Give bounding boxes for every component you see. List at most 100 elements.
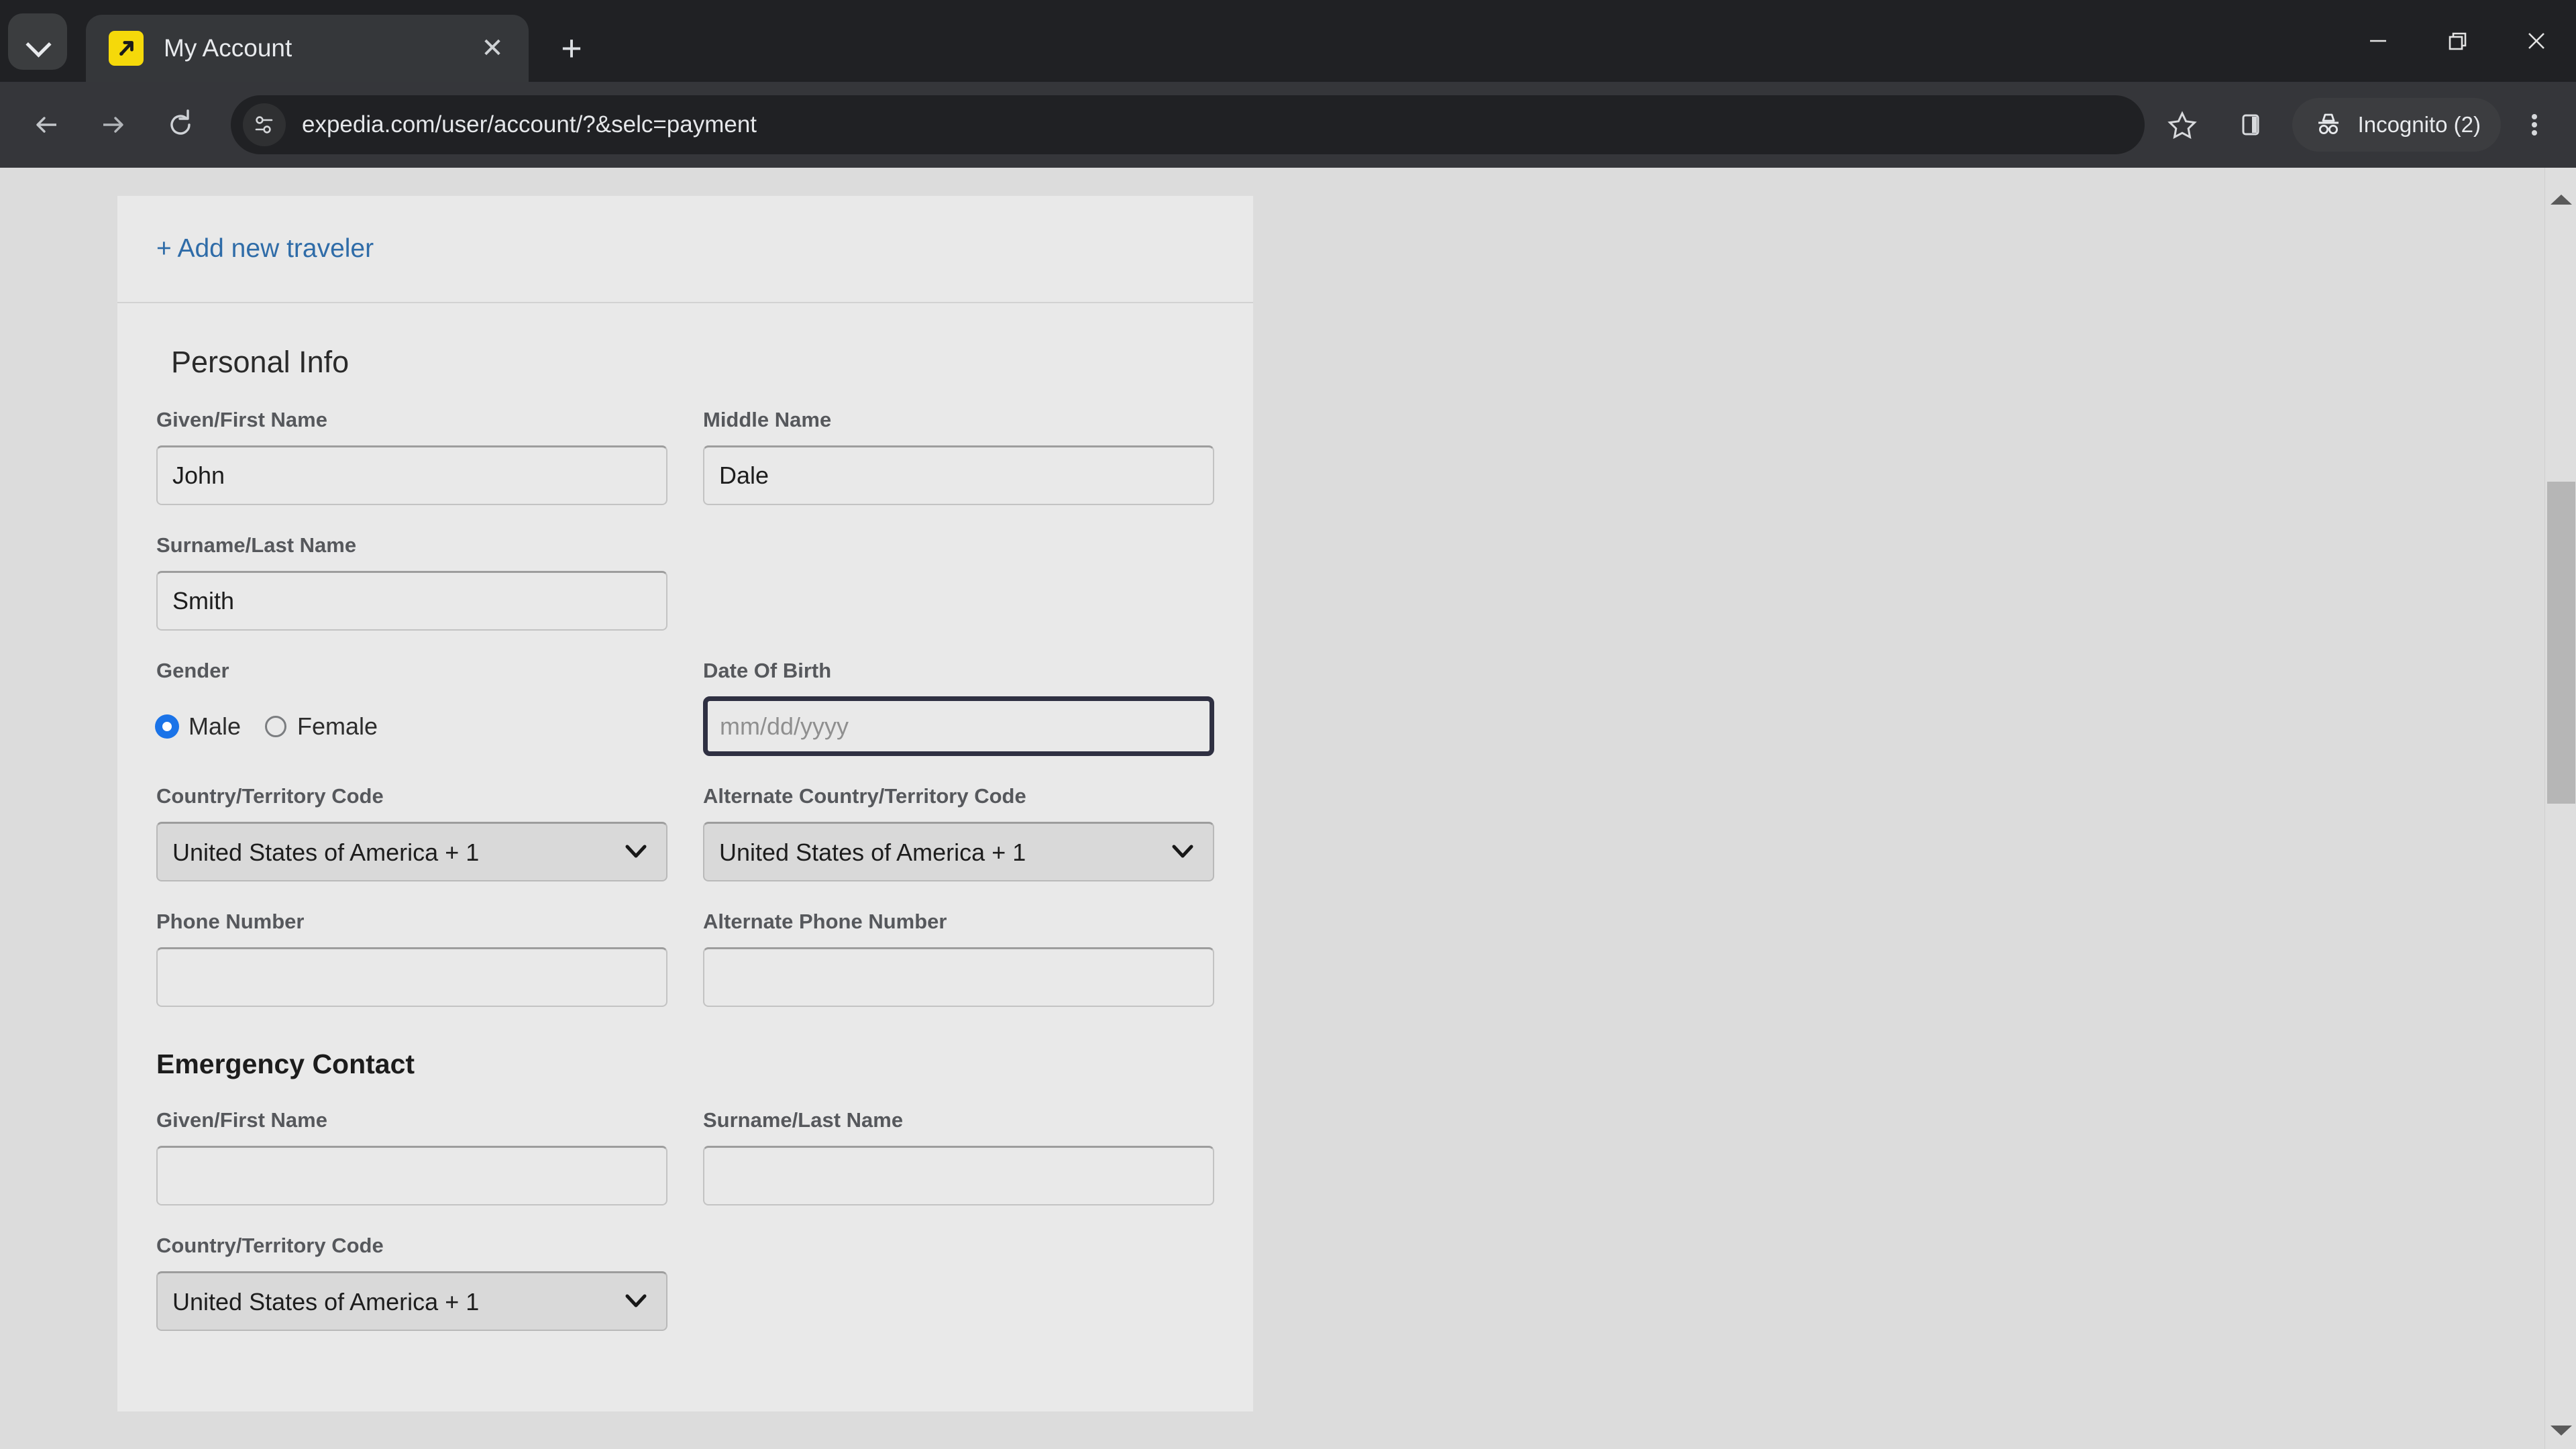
label-first-name: Given/First Name [156, 408, 327, 431]
forward-arrow-icon [103, 117, 123, 133]
ec-country-code-select[interactable]: United States of America + 1 [156, 1271, 667, 1331]
gender-radio-group: Male Female [156, 696, 703, 756]
field-ec-spacer [703, 1205, 1214, 1331]
traveler-form: Personal Info Given/First Name Middle Na… [117, 303, 1253, 1411]
close-icon [2528, 33, 2544, 49]
radio-male-indicator [156, 715, 178, 737]
label-date-of-birth: Date Of Birth [703, 659, 832, 682]
emergency-contact-grid: Given/First Name Surname/Last Name Count… [117, 1080, 1253, 1331]
minimize-button[interactable] [2339, 0, 2418, 82]
last-name-input[interactable] [156, 571, 667, 631]
expedia-favicon [109, 31, 144, 66]
label-country-code: Country/Territory Code [156, 784, 384, 808]
tab-close-icon[interactable]: ✕ [474, 30, 511, 67]
field-last-name: Surname/Last Name [156, 505, 703, 631]
alt-country-code-select-wrap: United States of America + 1 [703, 822, 1214, 881]
address-bar[interactable]: expedia.com/user/account/?&selc=payment [231, 95, 2145, 154]
browser-window: My Account ✕ + expedia.com/user/account/… [0, 0, 2576, 1449]
chevron-down-icon [28, 36, 48, 48]
side-panel-icon [2242, 114, 2259, 136]
field-alt-country-code: Alternate Country/Territory Code United … [703, 756, 1214, 881]
tab-strip: My Account ✕ + [0, 0, 2576, 82]
tab-search-button[interactable] [8, 13, 67, 70]
ec-first-name-input[interactable] [156, 1146, 667, 1205]
label-alt-phone-number: Alternate Phone Number [703, 910, 947, 933]
radio-gender-male[interactable]: Male [156, 712, 241, 741]
date-of-birth-input[interactable] [703, 696, 1214, 756]
field-phone-number: Phone Number [156, 881, 703, 1007]
back-arrow-icon [36, 117, 56, 133]
add-traveler-row: + Add new traveler [117, 196, 1253, 303]
restore-window-icon [2449, 32, 2467, 50]
close-window-button[interactable] [2497, 0, 2576, 82]
label-ec-last-name: Surname/Last Name [703, 1108, 904, 1132]
bookmark-button[interactable] [2155, 98, 2209, 152]
page-viewport: + Add new traveler Personal Info Given/F… [0, 168, 2576, 1449]
vertical-scrollbar[interactable] [2544, 168, 2576, 1449]
triangle-up-icon [2550, 195, 2572, 205]
radio-female-indicator [265, 715, 287, 737]
label-ec-country-code: Country/Territory Code [156, 1234, 384, 1257]
window-controls [2339, 0, 2576, 82]
field-first-name: Given/First Name [156, 380, 703, 505]
tab-my-account[interactable]: My Account ✕ [86, 15, 529, 82]
ec-last-name-input[interactable] [703, 1146, 1214, 1205]
favicon-arrow-glyph [119, 41, 133, 56]
tab-title: My Account [164, 34, 292, 62]
label-middle-name: Middle Name [703, 408, 832, 431]
url-text: expedia.com/user/account/?&selc=payment [302, 111, 757, 138]
label-gender: Gender [156, 659, 229, 682]
ec-country-code-select-wrap: United States of America + 1 [156, 1271, 667, 1331]
first-name-input[interactable] [156, 445, 667, 505]
alt-country-code-select[interactable]: United States of America + 1 [703, 822, 1214, 881]
radio-gender-female[interactable]: Female [265, 712, 378, 741]
phone-number-input[interactable] [156, 947, 667, 1007]
label-ec-first-name: Given/First Name [156, 1108, 327, 1132]
scroll-down-button[interactable] [2545, 1415, 2576, 1446]
site-settings-icon [255, 116, 273, 133]
reload-button[interactable] [152, 96, 209, 154]
scroll-up-button[interactable] [2545, 184, 2576, 215]
incognito-label: Incognito (2) [2357, 112, 2481, 137]
forward-button[interactable] [85, 96, 142, 154]
radio-male-label: Male [189, 712, 241, 740]
account-card: + Add new traveler Personal Info Given/F… [117, 196, 1253, 1411]
field-alt-phone-number: Alternate Phone Number [703, 881, 1214, 1007]
scrollbar-thumb[interactable] [2547, 482, 2575, 804]
minimize-icon [2370, 40, 2386, 42]
label-phone-number: Phone Number [156, 910, 305, 933]
site-settings-button[interactable] [243, 103, 286, 146]
field-country-code: Country/Territory Code United States of … [156, 756, 703, 881]
restore-button[interactable] [2418, 0, 2497, 82]
emergency-contact-heading: Emergency Contact [156, 1049, 415, 1079]
personal-info-grid: Given/First Name Middle Name Surname/Las… [117, 380, 1253, 1007]
new-tab-button[interactable]: + [546, 23, 597, 74]
field-ec-first-name: Given/First Name [156, 1080, 703, 1205]
field-ec-last-name: Surname/Last Name [703, 1080, 1214, 1205]
star-icon [2167, 111, 2197, 140]
field-date-of-birth: Date Of Birth [703, 631, 1214, 756]
page-content: + Add new traveler Personal Info Given/F… [0, 168, 2544, 1449]
incognito-indicator[interactable]: Incognito (2) [2292, 98, 2501, 152]
personal-info-heading: Personal Info [171, 345, 350, 379]
field-middle-name: Middle Name [703, 380, 1214, 505]
side-panel-button[interactable] [2224, 98, 2277, 152]
middle-name-input[interactable] [703, 445, 1214, 505]
reload-icon [170, 109, 191, 135]
country-code-select[interactable]: United States of America + 1 [156, 822, 667, 881]
field-gender: Gender Male Female [156, 631, 703, 756]
browser-menu-button[interactable] [2510, 96, 2559, 154]
incognito-hat-icon [2318, 113, 2339, 134]
triangle-down-icon [2550, 1426, 2572, 1436]
country-code-select-wrap: United States of America + 1 [156, 822, 667, 881]
add-new-traveler-link[interactable]: + Add new traveler [156, 234, 374, 264]
three-dot-menu-icon [2532, 111, 2537, 138]
alt-phone-number-input[interactable] [703, 947, 1214, 1007]
field-ec-country-code: Country/Territory Code United States of … [156, 1205, 703, 1331]
label-alt-country-code: Alternate Country/Territory Code [703, 784, 1026, 808]
browser-toolbar: expedia.com/user/account/?&selc=payment … [0, 82, 2576, 168]
radio-female-label: Female [297, 712, 378, 740]
field-empty-spacer [703, 505, 1214, 631]
label-last-name: Surname/Last Name [156, 533, 357, 557]
back-button[interactable] [17, 96, 75, 154]
